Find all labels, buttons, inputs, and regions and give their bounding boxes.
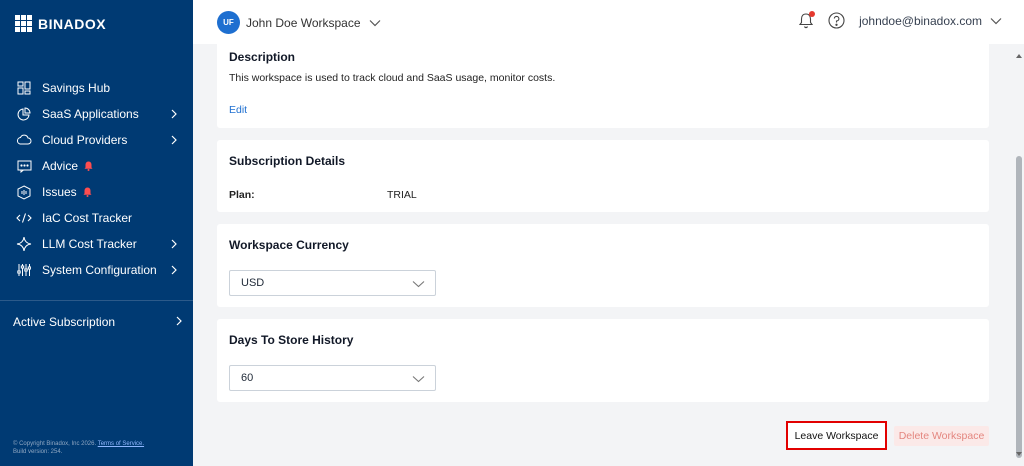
subscription-details-title: Subscription Details [229,154,346,168]
workspace-currency-card: Workspace Currency USD [217,224,989,307]
message-icon [16,158,32,174]
scroll-up-arrow-icon[interactable] [1015,46,1023,64]
shield-icon [16,184,32,200]
build-version: Build version: 254. [13,449,63,455]
user-menu[interactable]: johndoe@binadox.com [859,14,1002,28]
sidebar-divider [0,300,193,301]
sidebar-item-label: System Configuration [42,263,157,277]
scroll-down-arrow-icon[interactable] [1015,444,1023,462]
sidebar-item-label: Issues [42,185,77,199]
plan-value: TRIAL [387,189,417,201]
chevron-down-icon [412,374,425,386]
sidebar-item-label: Advice [42,159,79,173]
description-text: This workspace is used to track cloud an… [229,72,556,84]
currency-select[interactable]: USD [229,270,436,296]
sidebar-footer: © Copyright Binadox, Inc 2026. Terms of … [13,440,144,456]
active-subscription-toggle[interactable]: Active Subscription [13,315,183,329]
sidebar-item-label: IaC Cost Tracker [42,211,133,225]
pie-chart-icon [16,106,32,122]
description-title: Description [229,50,296,64]
currency-selected-value: USD [241,277,265,289]
sidebar-item-issues[interactable]: Issues [0,179,193,205]
sidebar-item-advice[interactable]: Advice [0,153,193,179]
sidebar-item-system-configuration[interactable]: System Configuration [0,257,193,283]
history-days-select[interactable]: 60 [229,365,436,391]
sliders-icon [16,262,32,278]
sidebar-item-label: LLM Cost Tracker [42,237,137,251]
history-retention-title: Days To Store History [229,333,354,347]
sidebar-item-label: SaaS Applications [42,107,139,121]
notification-dot [809,11,816,17]
logo-grid-icon [15,15,32,32]
sidebar-item-iac-cost-tracker[interactable]: IaC Cost Tracker [0,205,193,231]
notification-bell-icon[interactable] [798,11,816,29]
workspace-name: John Doe Workspace [246,15,361,30]
help-icon[interactable] [828,12,845,29]
delete-workspace-button[interactable]: Delete Workspace [894,426,989,446]
top-header: UF John Doe Workspace johndoe@binadox.co… [193,0,1024,44]
chevron-right-icon [175,315,183,329]
alert-bell-icon [84,161,93,171]
edit-description-link[interactable]: Edit [229,104,247,116]
sidebar-item-llm-cost-tracker[interactable]: LLM Cost Tracker [0,231,193,257]
dashboard-icon [16,80,32,96]
history-days-selected-value: 60 [241,372,254,384]
cloud-icon [16,132,32,148]
chevron-right-icon [170,238,178,252]
copyright-text: © Copyright Binadox, Inc 2026. [13,441,97,447]
code-icon [16,210,32,226]
sparkle-icon [16,236,32,252]
sidebar-item-savings-hub[interactable]: Savings Hub [0,75,193,101]
main-scrollbar[interactable] [1014,44,1024,466]
terms-link[interactable]: Terms of Service. [98,441,144,447]
leave-workspace-button[interactable]: Leave Workspace [786,421,887,450]
workspace-switcher[interactable]: UF John Doe Workspace [217,11,381,34]
scrollbar-thumb[interactable] [1016,156,1022,458]
sidebar-item-cloud-providers[interactable]: Cloud Providers [0,127,193,153]
history-retention-card: Days To Store History 60 [217,319,989,402]
chevron-down-icon [369,19,381,27]
description-card: Description This workspace is used to tr… [217,40,989,128]
brand-logo[interactable]: BINADOX [15,15,106,32]
sidebar-item-label: Savings Hub [42,81,111,95]
active-subscription-label: Active Subscription [13,315,116,329]
plan-label: Plan: [229,189,255,201]
workspace-avatar: UF [217,11,240,34]
sidebar: BINADOX Savings Hub SaaS Applications Cl… [0,0,193,466]
workspace-currency-title: Workspace Currency [229,238,349,252]
sidebar-nav: Savings Hub SaaS Applications Cloud Prov… [0,75,193,283]
chevron-right-icon [170,108,178,122]
chevron-right-icon [170,264,178,278]
sidebar-item-label: Cloud Providers [42,133,128,147]
chevron-down-icon [412,279,425,291]
sidebar-item-saas-applications[interactable]: SaaS Applications [0,101,193,127]
header-actions: johndoe@binadox.com [798,11,1002,29]
alert-bell-icon [83,187,92,197]
chevron-right-icon [170,134,178,148]
chevron-down-icon [990,14,1002,28]
brand-name: BINADOX [38,15,107,32]
user-email: johndoe@binadox.com [859,13,982,28]
subscription-details-card: Subscription Details Plan: TRIAL [217,140,989,212]
